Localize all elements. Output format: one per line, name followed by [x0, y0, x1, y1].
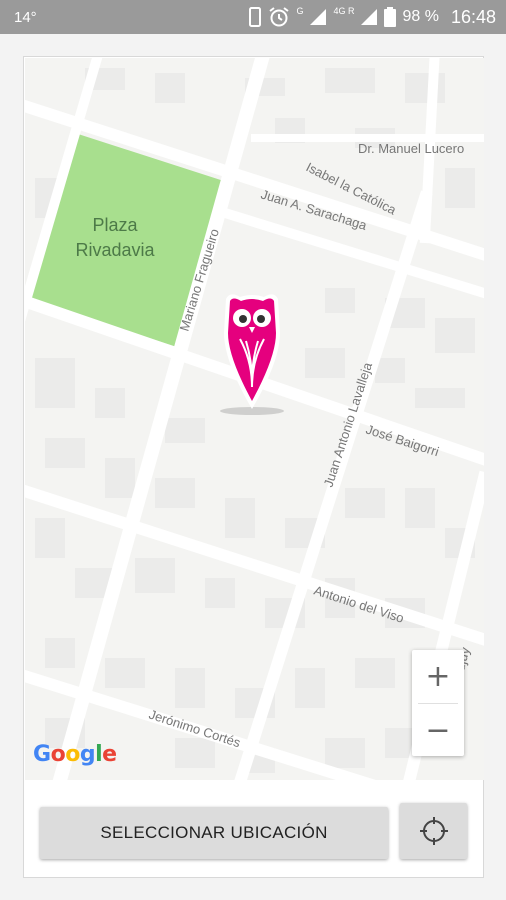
street-label: Dr. Manuel Lucero — [358, 141, 464, 156]
clock-text: 16:48 — [450, 6, 496, 27]
battery-text: 98 % — [402, 8, 439, 25]
google-letter: o — [65, 742, 80, 767]
my-location-button[interactable] — [400, 803, 467, 859]
select-location-button[interactable]: SELECCIONAR UBICACIÓN — [40, 807, 388, 859]
zoom-controls: + − — [412, 650, 464, 756]
temperature-text: 14° — [14, 9, 37, 26]
park-label: Plaza — [92, 215, 138, 235]
park-label: Rivadavia — [75, 240, 155, 260]
signal-icon — [361, 9, 378, 25]
google-letter: o — [50, 742, 66, 767]
google-letter: g — [79, 742, 96, 767]
battery-icon — [384, 7, 397, 27]
alarm-icon — [269, 7, 290, 27]
google-letter: e — [102, 742, 117, 767]
crosshair-icon — [419, 817, 448, 845]
google-logo: Google — [33, 742, 117, 767]
status-bar: 14° G 4G R 98 % 16:48 — [0, 0, 506, 34]
google-letter: G — [33, 742, 51, 767]
owl-pin-icon[interactable] — [220, 294, 284, 415]
status-icons: G 4G R 98 % 16:48 — [248, 6, 496, 28]
phone-icon — [249, 7, 262, 27]
zoom-in-button[interactable]: + — [412, 650, 464, 702]
network-4g-text: 4G R — [333, 6, 355, 16]
signal-icon — [310, 9, 327, 25]
zoom-out-button[interactable]: − — [412, 704, 464, 756]
network-g-text: G — [296, 6, 304, 16]
